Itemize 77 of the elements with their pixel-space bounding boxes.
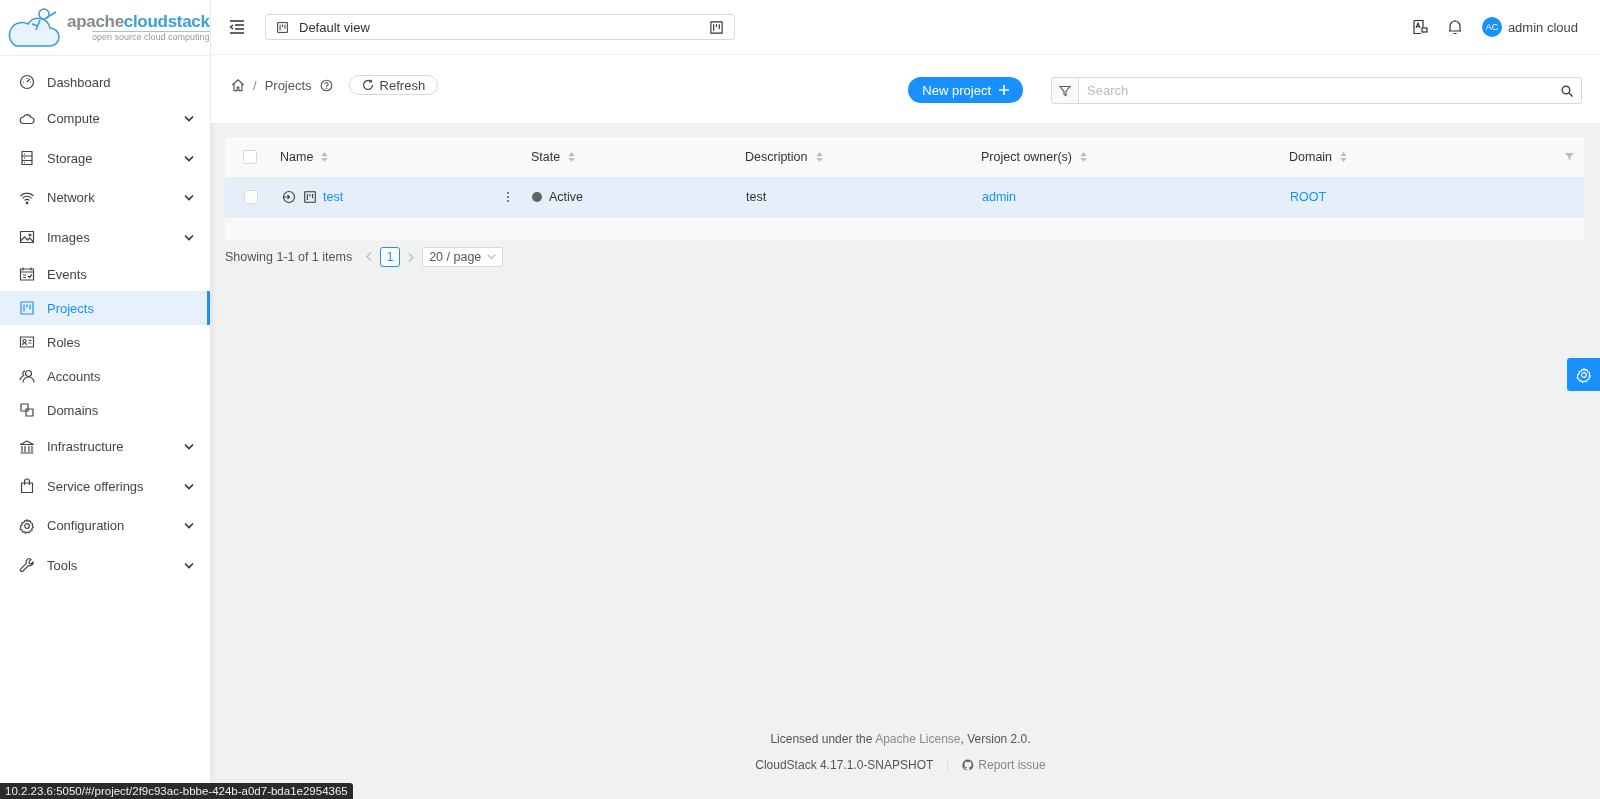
- breadcrumb-separator: /: [253, 77, 257, 93]
- gauge-icon: [19, 74, 35, 90]
- status-dot: [532, 191, 542, 202]
- sidebar-item[interactable]: Compute: [0, 99, 210, 139]
- sort-icon[interactable]: [568, 152, 576, 162]
- search-field[interactable]: Search: [1079, 77, 1582, 104]
- sidebar-item[interactable]: Storage: [0, 138, 210, 178]
- board-icon: [276, 20, 289, 34]
- chevron-down-icon: [487, 254, 497, 260]
- translate-icon[interactable]: [1411, 19, 1428, 35]
- table-cell: test: [746, 190, 767, 204]
- sidebar-item[interactable]: Accounts: [0, 359, 210, 393]
- license-text: Licensed under the Apache License, Version 2.0.: [770, 732, 1031, 746]
- refresh-icon: [361, 79, 374, 91]
- column-header[interactable]: Name: [280, 150, 314, 164]
- sidebar-item[interactable]: Service offerings: [0, 466, 210, 506]
- page-size-select[interactable]: 20 / page: [422, 247, 504, 267]
- sidebar-item[interactable]: Roles: [0, 325, 210, 359]
- column-header[interactable]: State: [531, 150, 561, 164]
- breadcrumb-current: Projects: [264, 77, 312, 93]
- collapse-menu-icon[interactable]: [229, 20, 245, 34]
- board-icon: [709, 19, 724, 35]
- user-avatar: AC: [1481, 17, 1502, 37]
- sidebar-item[interactable]: Network: [0, 178, 210, 218]
- column-header[interactable]: Project owner(s): [981, 150, 1072, 164]
- table-row[interactable]: test Active test admin ROOT: [225, 177, 1584, 218]
- filter-button[interactable]: [1051, 77, 1079, 104]
- sidebar-item[interactable]: Domains: [0, 393, 210, 427]
- sidebar-item[interactable]: Tools: [0, 545, 210, 585]
- bank-icon: [19, 438, 35, 455]
- help-icon[interactable]: [319, 78, 333, 92]
- settings-icon: [19, 517, 35, 534]
- image-icon: [19, 229, 35, 246]
- sidebar-item[interactable]: Infrastructure: [0, 427, 210, 467]
- board-icon: [303, 190, 317, 204]
- sort-icon[interactable]: [1080, 152, 1087, 162]
- github-icon: [962, 759, 975, 771]
- table-cell: Active: [549, 189, 584, 204]
- sidebar-item[interactable]: Images: [0, 217, 210, 257]
- search-icon: [1561, 85, 1573, 97]
- view-selector[interactable]: Default view: [265, 14, 735, 40]
- sidebar-item[interactable]: Configuration: [0, 506, 210, 546]
- board-icon: [19, 300, 35, 316]
- sort-icon[interactable]: [321, 152, 329, 162]
- sidebar-item[interactable]: Dashboard: [0, 65, 210, 99]
- column-header[interactable]: Description: [745, 150, 808, 164]
- filter-icon: [1059, 84, 1071, 97]
- next-page-icon[interactable]: [408, 252, 415, 262]
- bell-icon[interactable]: [1447, 19, 1462, 35]
- home-icon[interactable]: [231, 78, 245, 92]
- sort-icon[interactable]: [815, 152, 823, 162]
- logo-text: apachecloudstack: [67, 11, 210, 31]
- settings-button[interactable]: [1567, 358, 1600, 391]
- id-card-icon: [19, 334, 35, 350]
- logo-tagline: open source cloud computing: [92, 30, 210, 43]
- plus-icon: [999, 85, 1009, 95]
- bag-icon: [19, 478, 35, 495]
- version-text: CloudStack 4.17.1.0-SNAPSHOT: [755, 758, 934, 772]
- calendar-icon: [19, 266, 35, 282]
- refresh-button[interactable]: Refresh: [348, 75, 439, 95]
- row-checkbox[interactable]: [244, 190, 258, 204]
- settings-icon: [1575, 366, 1592, 383]
- squares-icon: [19, 402, 35, 418]
- pagination-summary: Showing 1-1 of 1 items: [225, 250, 353, 264]
- wrench-icon: [19, 557, 35, 574]
- sort-icon[interactable]: [1340, 152, 1348, 162]
- select-all-checkbox[interactable]: [243, 150, 257, 164]
- user-menu[interactable]: AC admin cloud: [1481, 17, 1578, 37]
- sidebar-item[interactable]: Events: [0, 257, 210, 291]
- server-icon: [19, 150, 35, 167]
- users-icon: [19, 368, 35, 384]
- previous-page-icon[interactable]: [366, 252, 373, 261]
- login-icon[interactable]: [281, 189, 297, 205]
- filter-icon[interactable]: [1565, 152, 1574, 161]
- more-icon[interactable]: [506, 191, 510, 203]
- status-url: 10.2.23.6:5050/#/project/2f9c93ac-bbbe-424b-a0d7-bda1e2954365: [0, 783, 353, 799]
- column-header[interactable]: Domain: [1289, 150, 1333, 164]
